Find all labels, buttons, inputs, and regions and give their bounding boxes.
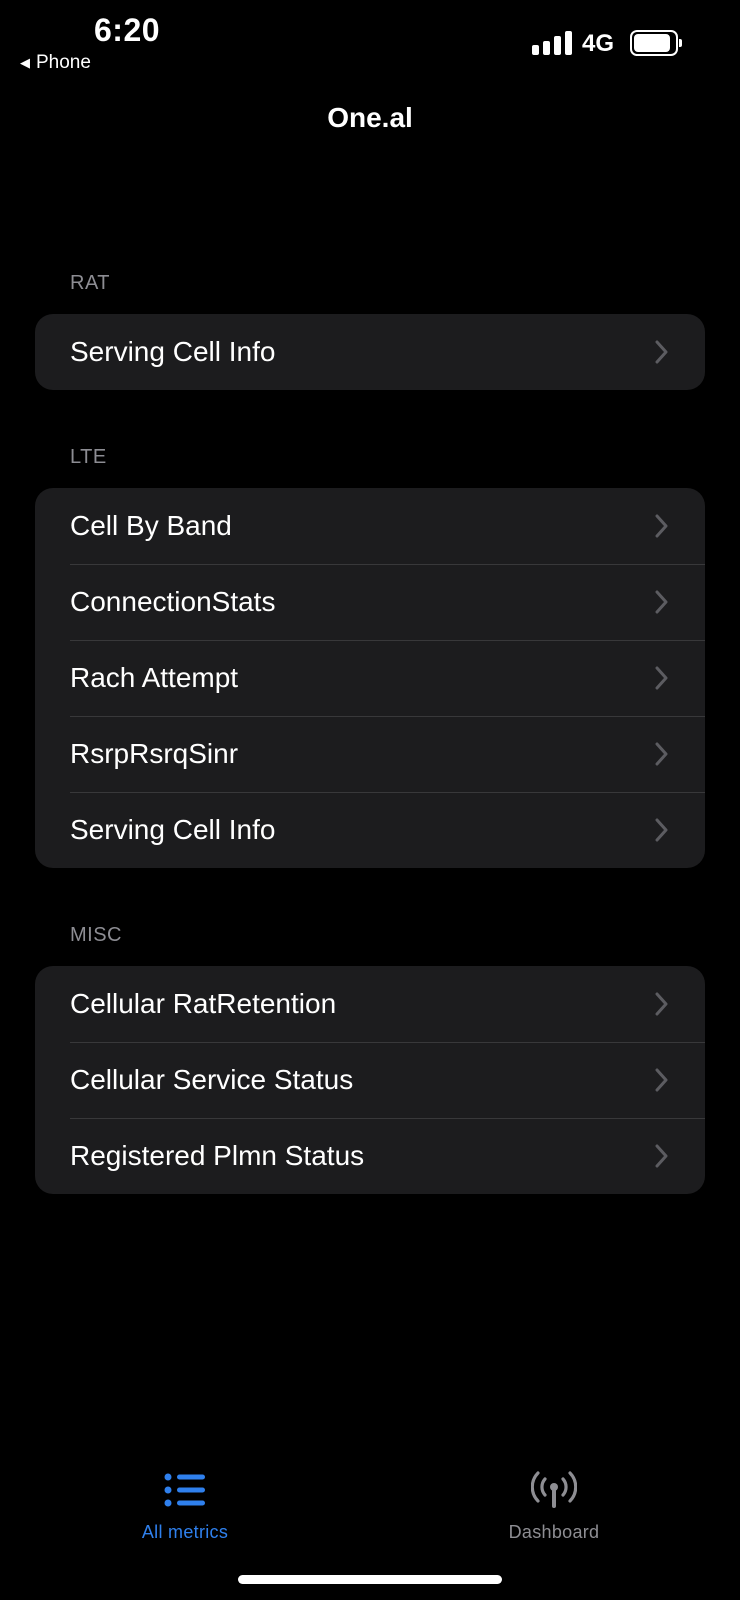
list-item-rat-serving-cell-info[interactable]: Serving Cell Info [35, 314, 705, 390]
antenna-icon [531, 1471, 577, 1508]
back-to-app-button[interactable]: ◀ Phone [20, 52, 91, 74]
group-rat: Serving Cell Info [35, 314, 705, 390]
back-triangle-icon: ◀ [20, 55, 30, 70]
list-item-label: Cell By Band [70, 510, 232, 541]
tab-all-metrics[interactable]: All metrics [85, 1440, 285, 1543]
list-item-label: Registered Plmn Status [70, 1140, 365, 1171]
status-bar: 6:20 ◀ Phone 4G [0, 0, 740, 80]
list-icon [164, 1473, 205, 1507]
battery-fill [634, 34, 670, 52]
list-item-label: Cellular RatRetention [70, 988, 337, 1019]
list-item-registered-plmn-status[interactable]: Registered Plmn Status [35, 1118, 705, 1194]
section-header-lte: LTE [70, 446, 107, 468]
list-item-cellular-rat-retention[interactable]: Cellular RatRetention [35, 966, 705, 1042]
list-item-label: RsrpRsrqSinr [70, 738, 239, 769]
group-lte: Cell By Band ConnectionStats Rach Attemp… [35, 488, 705, 868]
chevron-right-icon [655, 992, 668, 1016]
tab-label: All metrics [141, 1522, 229, 1542]
chevron-right-icon [655, 1144, 668, 1168]
network-type: 4G [582, 30, 615, 57]
chevron-right-icon [655, 1068, 668, 1092]
section-header-rat: RAT [70, 272, 111, 294]
list-item-label: Serving Cell Info [70, 336, 276, 367]
chevron-right-icon [655, 340, 668, 364]
list-item-rach-attempt[interactable]: Rach Attempt [35, 640, 705, 716]
list-item-lte-serving-cell-info[interactable]: Serving Cell Info [35, 792, 705, 868]
chevron-right-icon [655, 514, 668, 538]
chevron-right-icon [655, 742, 668, 766]
list-item-rsrp-rsrq-sinr[interactable]: RsrpRsrqSinr [35, 716, 705, 792]
group-misc: Cellular RatRetention Cellular Service S… [35, 966, 705, 1194]
tab-label: Dashboard [508, 1522, 600, 1542]
list-item-cell-by-band[interactable]: Cell By Band [35, 488, 705, 564]
list-item-label: Cellular Service Status [70, 1064, 354, 1095]
list-item-connection-stats[interactable]: ConnectionStats [35, 564, 705, 640]
section-header-misc: MISC [70, 924, 122, 946]
list-item-label: Rach Attempt [70, 662, 239, 693]
chevron-right-icon [655, 818, 668, 842]
home-indicator[interactable] [238, 1575, 502, 1584]
status-time: 6:20 [94, 12, 161, 48]
list-item-label: Serving Cell Info [70, 814, 276, 845]
back-app-label: Phone [36, 52, 91, 73]
list-item-label: ConnectionStats [70, 586, 276, 617]
list-item-cellular-service-status[interactable]: Cellular Service Status [35, 1042, 705, 1118]
battery-icon [630, 30, 682, 56]
chevron-right-icon [655, 590, 668, 614]
chevron-right-icon [655, 666, 668, 690]
tab-dashboard[interactable]: Dashboard [454, 1440, 654, 1543]
page-title: One.al [327, 102, 413, 133]
cellular-signal-icon [532, 31, 572, 55]
